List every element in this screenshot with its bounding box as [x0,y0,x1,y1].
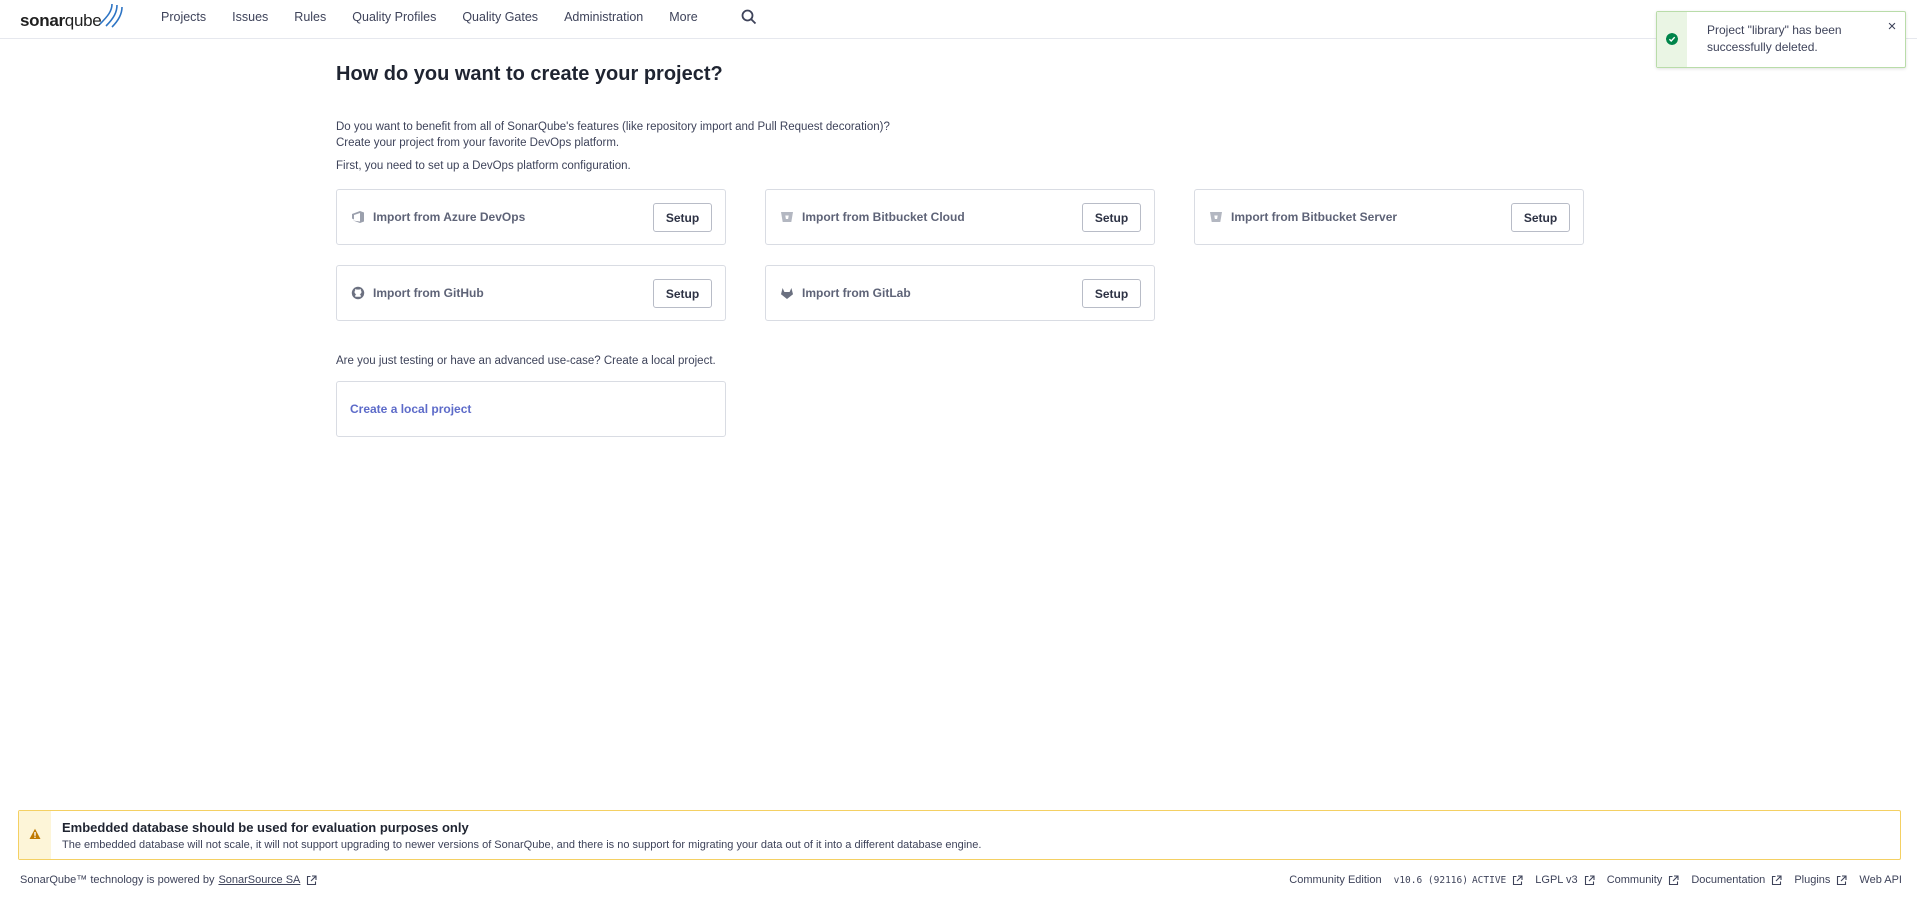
nav-projects[interactable]: Projects [148,10,219,24]
sonar-waves-icon [99,3,123,28]
nav-quality-gates[interactable]: Quality Gates [449,10,551,24]
setup-azure-button[interactable]: Setup [653,203,712,232]
warning-stripe [19,811,51,859]
footer-links: Community Edition v10.6 (92116) ACTIVE L… [1277,874,1902,886]
community-link[interactable]: Community [1607,874,1663,886]
bitbucket-icon [1210,212,1222,222]
main-menu: Projects Issues Rules Quality Profiles Q… [148,0,711,33]
platform-card-github: Import from GitHub Setup [336,265,726,321]
setup-github-button[interactable]: Setup [653,279,712,308]
external-link-icon [1669,874,1679,885]
version-number: v10.6 (92116) [1393,874,1468,886]
warning-icon [29,828,41,839]
top-navigation: sonarqube Projects Issues Rules Quality … [0,0,1917,39]
setup-bitbucket-server-button[interactable]: Setup [1511,203,1570,232]
edition-label: Community Edition [1289,874,1382,886]
nav-administration[interactable]: Administration [551,10,656,24]
web-api-link-item[interactable]: Web API [1859,874,1902,886]
local-project-card[interactable]: Create a local project [336,381,726,437]
page-title: How do you want to create your project? [336,63,723,85]
platform-label: Import from Bitbucket Server [1231,210,1398,224]
toast-message: Project "library" has been successfully … [1707,23,1842,54]
plugins-link[interactable]: Plugins [1794,874,1830,886]
create-local-project-link[interactable]: Create a local project [350,402,471,416]
platform-card-gitlab: Import from GitLab Setup [765,265,1155,321]
nav-rules[interactable]: Rules [281,10,339,24]
external-link-icon[interactable] [1512,874,1523,886]
bitbucket-icon [781,212,793,222]
community-link-item[interactable]: Community [1607,874,1680,886]
license-link-item[interactable]: LGPL v3 [1535,874,1595,886]
sonarqube-logo[interactable]: sonarqube [20,2,124,34]
success-toast: Project "library" has been successfully … [1656,11,1906,68]
external-link-icon [307,874,317,885]
check-circle-icon [1666,33,1678,45]
documentation-link[interactable]: Documentation [1691,874,1765,886]
intro-text: Do you want to benefit from all of Sonar… [336,121,890,149]
external-link-icon [1837,874,1847,885]
documentation-link-item[interactable]: Documentation [1691,874,1782,886]
azure-devops-icon [352,211,364,223]
external-link-icon [1584,874,1595,885]
warning-body: The embedded database will not scale, it… [62,839,982,851]
web-api-link[interactable]: Web API [1859,874,1902,886]
platform-label: Import from Bitbucket Cloud [802,210,965,224]
nav-more[interactable]: More [656,10,710,24]
license-link[interactable]: LGPL v3 [1535,874,1577,886]
toast-status-stripe [1657,12,1687,67]
warning-title: Embedded database should be used for eva… [62,820,469,835]
nav-issues[interactable]: Issues [219,10,281,24]
embedded-database-warning: Embedded database should be used for eva… [18,810,1901,860]
platform-label: Import from GitHub [373,286,484,300]
close-icon[interactable]: × [1885,19,1899,34]
platform-card-bitbucket-server: Import from Bitbucket Server Setup [1194,189,1584,245]
logo-wordmark: sonarqube [20,11,102,30]
sonarsource-link[interactable]: SonarSource SA [218,874,300,886]
version-status: ACTIVE [1471,874,1507,886]
setup-instruction: First, you need to set up a DevOps platf… [336,160,631,172]
gitlab-icon [781,288,793,299]
powered-by-text: SonarQube™ technology is powered by [20,874,215,886]
platform-label: Import from GitLab [802,286,911,300]
platform-card-bitbucket-cloud: Import from Bitbucket Cloud Setup [765,189,1155,245]
version-info: v10.6 (92116) ACTIVE [1394,875,1524,886]
local-project-question: Are you just testing or have an advanced… [336,355,716,367]
setup-gitlab-button[interactable]: Setup [1082,279,1141,308]
github-icon [351,286,365,300]
search-icon[interactable] [740,8,758,26]
nav-quality-profiles[interactable]: Quality Profiles [339,10,449,24]
footer-powered-by: SonarQube™ technology is powered by Sona… [20,874,317,886]
external-link-icon [1772,874,1782,885]
platform-label: Import from Azure DevOps [373,210,526,224]
plugins-link-item[interactable]: Plugins [1794,874,1847,886]
platform-card-azure-devops: Import from Azure DevOps Setup [336,189,726,245]
setup-bitbucket-cloud-button[interactable]: Setup [1082,203,1141,232]
